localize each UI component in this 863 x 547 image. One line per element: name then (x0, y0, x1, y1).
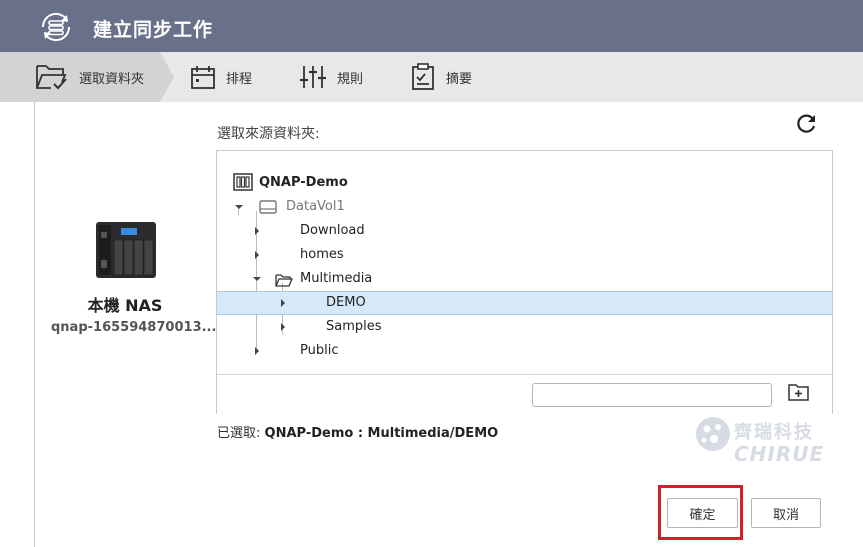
calendar-icon (190, 64, 216, 90)
step-select-folder[interactable]: 選取資料夾 (35, 52, 144, 102)
tree-item-label: DEMO (326, 295, 366, 310)
caret-right-icon[interactable] (255, 347, 259, 355)
tree-node-demo[interactable]: DEMO (217, 291, 832, 315)
tree-item-label: Samples (326, 319, 382, 334)
refresh-icon[interactable] (796, 113, 818, 139)
tree-node-multimedia[interactable]: Multimedia (217, 267, 832, 291)
step-label: 排程 (226, 71, 253, 87)
step-rules[interactable]: 規則 (299, 52, 363, 102)
wizard-steps: 選取資料夾 排程 規則 摘要 (0, 52, 863, 102)
tree-node-download[interactable]: Download (217, 219, 832, 243)
step-label: 規則 (337, 71, 364, 87)
step-summary[interactable]: 摘要 (410, 52, 472, 102)
watermark-text-en: CHIRUE (734, 442, 825, 466)
divider (34, 102, 35, 547)
tree-root-label: QNAP-Demo (259, 175, 348, 190)
tree-node-samples[interactable]: Samples (217, 315, 832, 339)
new-folder-icon[interactable] (788, 382, 810, 406)
nas-name: 本機 NAS (87, 296, 163, 315)
caret-right-icon[interactable] (255, 227, 259, 235)
step-schedule[interactable]: 排程 (190, 52, 252, 102)
ok-button[interactable]: 確定 (667, 498, 738, 528)
nas-hostname: qnap-165594870013... (51, 320, 217, 335)
drive-icon (259, 199, 277, 219)
step-label: 摘要 (446, 71, 473, 87)
selected-path-value: QNAP-Demo : Multimedia/DEMO (264, 426, 499, 441)
new-folder-input[interactable] (532, 383, 772, 407)
active-step-arrow (160, 52, 174, 102)
main-content: 本機 NAS qnap-165594870013... 選取來源資料夾: QNA… (0, 102, 863, 547)
title-bar: 建立同步工作 (0, 0, 863, 52)
source-folder-label: 選取來源資料夾: (217, 126, 320, 142)
folder-open-icon (275, 272, 293, 291)
watermark-text-cn: 齊瑞科技 (734, 422, 814, 443)
caret-right-icon[interactable] (281, 323, 285, 331)
caret-down-icon[interactable] (235, 205, 243, 209)
folder-tree: QNAP-Demo DataVol1 Download homes Multim… (216, 150, 833, 414)
window-title: 建立同步工作 (93, 19, 214, 41)
folder-check-icon (35, 62, 69, 92)
cancel-button[interactable]: 取消 (751, 498, 821, 528)
step-label: 選取資料夾 (79, 71, 145, 87)
tree-node-volume[interactable]: DataVol1 (217, 195, 832, 219)
sliders-icon (299, 64, 327, 90)
caret-right-icon[interactable] (281, 299, 285, 307)
clipboard-icon (410, 63, 436, 91)
tree-item-label: Download (300, 223, 365, 238)
tree-footer (217, 374, 832, 414)
tree-node-homes[interactable]: homes (217, 243, 832, 267)
tree-item-label: Public (300, 343, 339, 358)
tree-root[interactable]: QNAP-Demo (217, 171, 832, 195)
tree-volume-label: DataVol1 (286, 199, 345, 214)
watermark-logo (694, 415, 732, 457)
selected-prefix: 已選取: (217, 426, 261, 441)
tree-item-label: homes (300, 247, 344, 262)
caret-right-icon[interactable] (255, 251, 259, 259)
selected-path: 已選取: QNAP-Demo : Multimedia/DEMO (217, 422, 498, 441)
nas-device-icon (96, 220, 156, 284)
sync-icon (37, 8, 75, 46)
tree-node-public[interactable]: Public (217, 339, 832, 363)
tree-item-label: Multimedia (300, 271, 373, 286)
caret-down-icon[interactable] (253, 277, 261, 281)
server-icon (233, 173, 253, 195)
